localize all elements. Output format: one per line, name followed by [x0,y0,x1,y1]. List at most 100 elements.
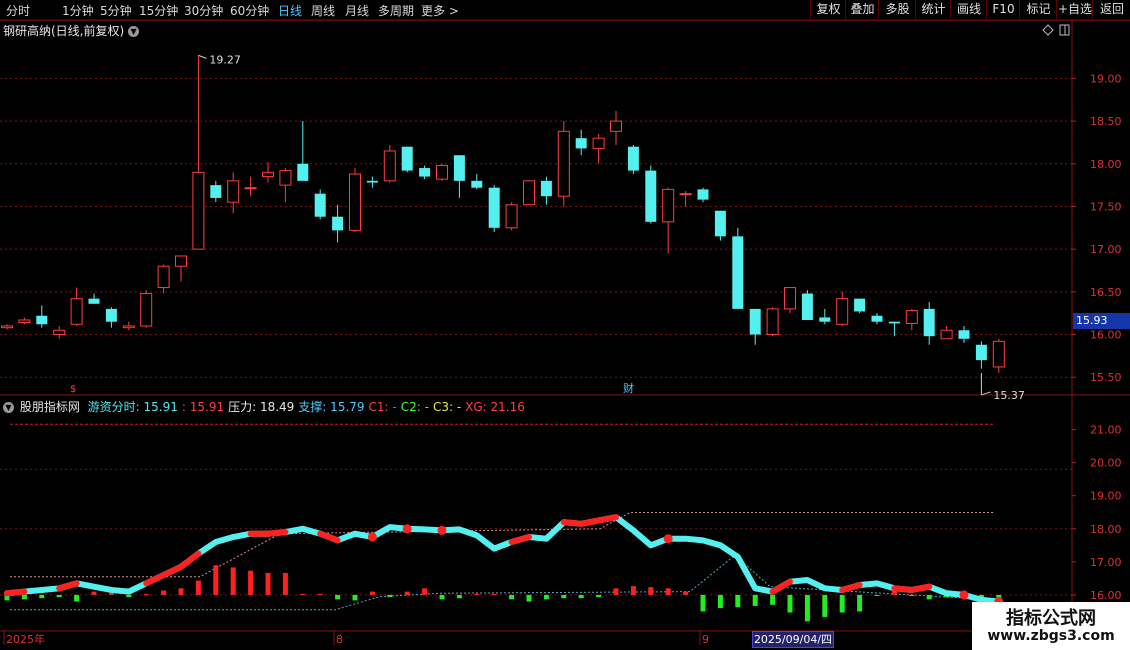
histogram-bar-down [804,594,810,622]
ind-tick-label: 19.00 [1090,490,1122,503]
histogram-bar-up [404,591,410,595]
indicator-header: ▼ 股朋指标网 游资分时: 15.91: 15.91 压力: 18.49 支撑: 1… [3,398,533,415]
candle-body-up [262,171,274,178]
histogram-bar-down [456,594,462,599]
candle-body-down [888,321,900,324]
price-tick-label: 16.00 [1090,329,1122,342]
candle-body-up [784,287,796,310]
indicator-red-segment [560,514,619,527]
histogram-bar-up [648,587,654,595]
candle-body-up [122,325,135,329]
histogram-bar-up [630,586,636,595]
candle-body-down [314,193,326,217]
candle-body-up [679,193,692,196]
cursor-date-label: 2025/09/04/四 [752,631,834,648]
indicator-red-dot [663,534,673,544]
low-marker-arrow [981,391,991,396]
current-price-label: 15.93 [1073,313,1130,329]
histogram-bar-up [161,590,167,595]
candle-body-up [662,188,675,223]
indicator-red-segment [143,550,202,587]
price-tick-label: 18.50 [1090,115,1122,128]
candle-body-up [175,255,187,267]
indicator-name[interactable]: 股朋指标网 [20,400,80,414]
histogram-bar-up [248,570,254,595]
histogram-bar-up [665,588,671,595]
histogram-bar-up [422,588,428,595]
histogram-bar-up [474,593,480,595]
candle-body-down [401,146,413,171]
chart-canvas[interactable]: 19.00 18.50 18.00 17.50 17.00 16.50 16.00 15.50… [0,0,1130,650]
histogram-bar-down [735,594,741,608]
candle-body-down [732,236,744,309]
ind-tick-label: 18.00 [1090,523,1122,536]
candle-body-down [854,298,866,312]
ind-tick-label: 16.00 [1090,589,1122,602]
histogram-bar-up [178,588,184,595]
histogram-bar-down [56,594,62,598]
price-tick-label: 17.00 [1090,243,1122,256]
candle-body-down [627,146,639,171]
candle-body-up [436,164,448,180]
chevron-down-icon[interactable]: ▼ [3,402,14,413]
candle-body-down [645,170,657,222]
histogram-bar-down [352,594,358,601]
histogram-bar-up [491,593,497,595]
candle-body-up [349,173,361,231]
low-price-label: 15.37 [993,389,1025,402]
support-line [10,554,996,611]
histogram-bar-down [21,594,27,600]
candle-body-up [766,308,779,336]
histogram-bar-up [143,593,149,595]
histogram-bar-down [335,594,341,600]
price-tick-label: 19.00 [1090,72,1122,85]
ind-tick-label: 17.00 [1090,556,1122,569]
price-tick-label: 16.50 [1090,286,1122,299]
histogram-bar-down [839,594,845,613]
ind-tick-label: 20.00 [1090,457,1122,470]
event-marker-finance: 财 [623,381,634,395]
histogram-bar-up [195,580,201,595]
candle-body-up [523,180,535,206]
histogram-bar-down [126,594,132,598]
histogram-bar-down [717,594,723,609]
candle-body-down [453,155,465,181]
indicator-red-dot [959,590,969,600]
candle-body-up [905,310,918,324]
candle-body-down [210,185,222,198]
date-tick-label: 8 [336,633,343,646]
histogram-bar-up [683,591,689,595]
histogram-bar-down [787,594,793,613]
histogram-bar-down [926,594,932,600]
histogram-bar-down [74,594,80,602]
histogram-bar-down [578,594,584,599]
indicator-value-3: 支撑: 15.79 [298,400,365,414]
histogram-bar-up [300,593,306,595]
histogram-bar-up [369,591,375,595]
date-tick-label: 9 [702,633,709,646]
histogram-bar-up [282,572,288,595]
indicator-red-segment [4,588,28,597]
histogram-bar-up [613,588,619,595]
candle-body-up [992,340,1005,368]
indicator-red-dot [367,532,377,542]
candle-body-down [471,180,483,188]
histogram-bar-down [909,594,915,597]
histogram-bar-down [874,594,880,597]
candle-body-up [192,171,205,250]
candle-body-down [975,344,987,361]
histogram-bar-down [543,594,549,600]
candle-body-up [836,298,849,325]
candle-body-down [923,308,935,337]
histogram-bar-down [561,594,567,599]
histogram-bar-up [317,593,323,595]
candle-body-down [958,330,970,339]
histogram-bar-down [770,594,776,605]
indicator-value-0: 游资分时: 15.91 [87,400,178,414]
candle-body-down [714,210,726,237]
watermark-url: www.zbgs3.com [987,628,1115,644]
candle-body-up [279,170,292,186]
candle-body-down [88,298,100,304]
histogram-bar-up [230,567,236,595]
histogram-bar-down [752,594,758,606]
